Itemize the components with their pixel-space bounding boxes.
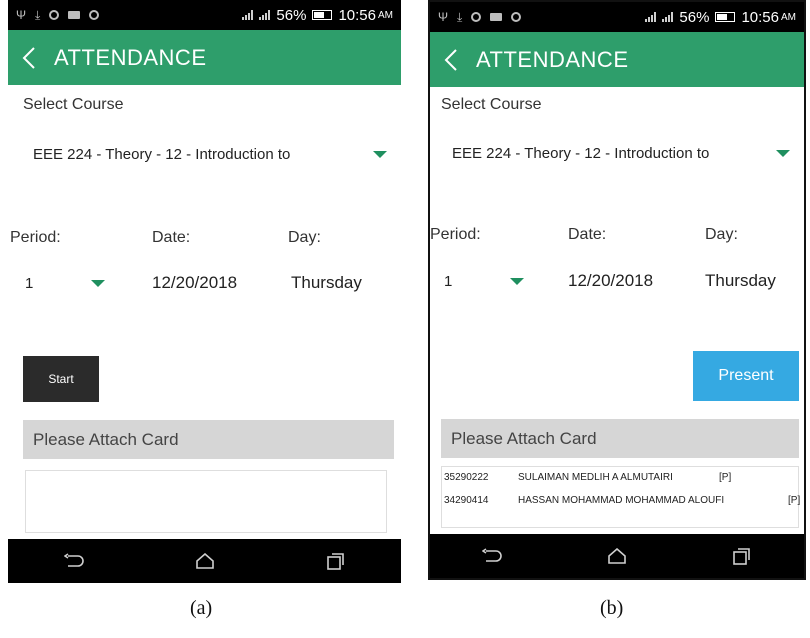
clock-time: 10:56 (338, 6, 376, 24)
navigation-bar (8, 539, 401, 583)
battery-percent: 56% (679, 8, 710, 26)
course-dropdown-value: EEE 224 - Theory - 12 - Introduction to (452, 145, 710, 162)
home-nav-icon[interactable] (602, 541, 632, 571)
status-bar: Ψ ⤓ 56% 10:56 AM (8, 0, 401, 30)
caption-a: (a) (190, 597, 213, 619)
student-id: 35290222 (444, 472, 489, 483)
back-chevron-icon[interactable] (22, 43, 48, 73)
day-value: Thursday (291, 273, 362, 292)
page-title: ATTENDANCE (476, 46, 629, 72)
home-nav-icon[interactable] (190, 546, 220, 576)
app-bar: ATTENDANCE (430, 32, 804, 87)
day-label: Day: (705, 226, 738, 243)
recents-nav-icon[interactable] (321, 546, 351, 576)
list-item: 34290414 HASSAN MOHAMMAD MOHAMMAD ALOUFI [… (444, 495, 800, 506)
download-icon: ⤓ (457, 10, 463, 24)
message-icon (68, 11, 81, 19)
phone-screen-a: Ψ ⤓ 56% 10:56 AM ATTENDANCE Select Cours… (8, 0, 401, 583)
navigation-bar (430, 534, 804, 578)
student-id: 34290414 (444, 495, 489, 506)
caret-down-icon (510, 278, 524, 285)
clock-ampm: AM (781, 11, 796, 23)
battery-icon (715, 12, 736, 22)
period-label: Period: (430, 226, 481, 243)
caret-down-icon (91, 280, 105, 287)
caret-down-icon (373, 151, 387, 158)
course-dropdown[interactable]: EEE 224 - Theory - 12 - Introduction to (33, 146, 393, 163)
period-dropdown[interactable]: 1 (25, 275, 105, 292)
signal-icon (645, 12, 657, 22)
student-name: HASSAN MOHAMMAD MOHAMMAD ALOUFI (518, 495, 725, 506)
present-button[interactable]: Present (693, 351, 799, 401)
period-label: Period: (10, 229, 61, 246)
back-chevron-icon[interactable] (444, 45, 470, 75)
day-value: Thursday (705, 271, 776, 290)
attach-card-banner: Please Attach Card (441, 419, 799, 458)
date-label: Date: (568, 226, 607, 243)
signal-icon-2 (662, 12, 674, 22)
back-nav-icon[interactable] (477, 541, 507, 571)
date-value: 12/20/2018 (568, 271, 654, 290)
course-dropdown-value: EEE 224 - Theory - 12 - Introduction to (33, 146, 291, 163)
period-dropdown-value: 1 (25, 275, 34, 292)
message-icon (490, 13, 503, 21)
attendance-list (25, 470, 387, 533)
start-button[interactable]: Start (23, 356, 99, 402)
recents-nav-icon[interactable] (727, 541, 757, 571)
attendance-status: [P] (788, 495, 801, 506)
app-bar: ATTENDANCE (8, 30, 401, 85)
student-name: SULAIMAN MEDLIH A ALMUTAIRI (518, 472, 673, 483)
download-icon: ⤓ (35, 8, 41, 22)
page-title: ATTENDANCE (54, 44, 207, 70)
usb-icon: Ψ (16, 8, 27, 22)
course-dropdown[interactable]: EEE 224 - Theory - 12 - Introduction to (452, 145, 794, 162)
battery-percent: 56% (276, 6, 307, 24)
period-dropdown[interactable]: 1 (444, 273, 524, 290)
date-value: 12/20/2018 (152, 273, 238, 292)
select-course-label: Select Course (441, 96, 542, 113)
app-notification-icon (89, 10, 100, 20)
signal-icon-2 (259, 10, 271, 20)
sync-icon (49, 10, 60, 20)
back-nav-icon[interactable] (59, 546, 89, 576)
select-course-label: Select Course (23, 96, 124, 113)
sync-icon (471, 12, 482, 22)
attendance-status: [P] (719, 472, 732, 483)
day-label: Day: (288, 229, 321, 246)
clock-ampm: AM (378, 9, 393, 21)
caption-b: (b) (600, 597, 624, 619)
attach-card-banner: Please Attach Card (23, 420, 394, 459)
signal-icon (242, 10, 254, 20)
usb-icon: Ψ (438, 10, 449, 24)
caret-down-icon (776, 150, 790, 157)
status-bar: Ψ ⤓ 56% 10:56 AM (430, 2, 804, 32)
list-item: 35290222 SULAIMAN MEDLIH A ALMUTAIRI [P] (444, 472, 731, 483)
clock-time: 10:56 (741, 8, 779, 26)
date-label: Date: (152, 229, 191, 246)
app-notification-icon (511, 12, 522, 22)
battery-icon (312, 10, 333, 20)
phone-screen-b: Ψ ⤓ 56% 10:56 AM ATTENDANCE Select Cours… (428, 0, 806, 580)
period-dropdown-value: 1 (444, 273, 453, 290)
